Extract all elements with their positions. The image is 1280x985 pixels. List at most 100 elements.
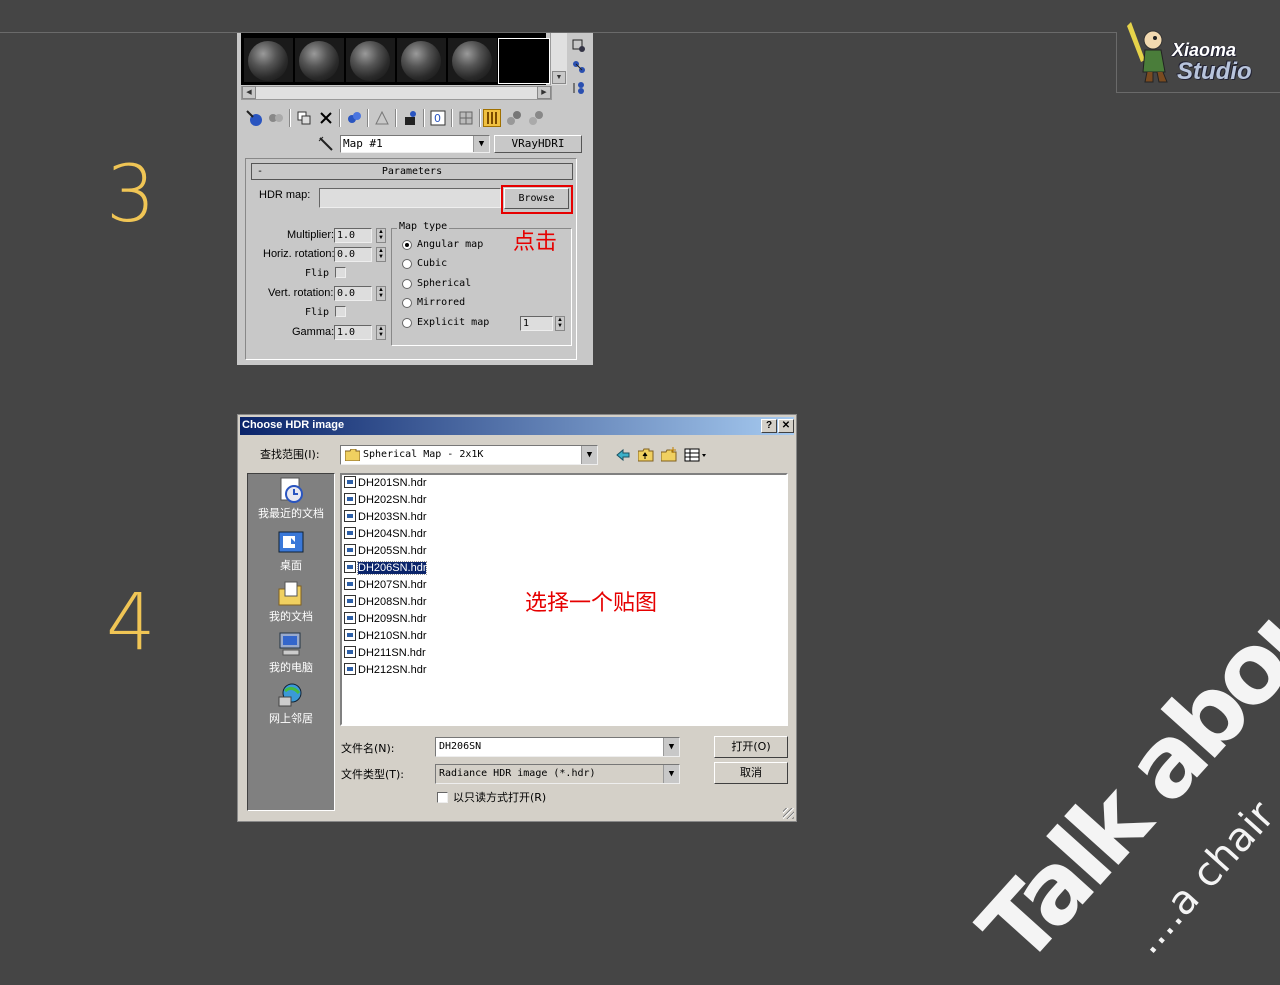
chevron-down-icon[interactable]: ▼ [473, 136, 489, 152]
material-slot[interactable] [244, 38, 293, 82]
map-type-button[interactable]: VRayHDRI [494, 135, 582, 153]
chevron-down-icon[interactable]: ▼ [663, 765, 679, 783]
list-item-selected[interactable]: DH206SN.hdr [344, 561, 428, 576]
map-type-option: Mirrored [417, 297, 466, 308]
vert-rotation-field[interactable]: 0.0 [334, 286, 372, 301]
highlight-box [501, 185, 573, 214]
list-item[interactable]: DH205SN.hdr [344, 544, 426, 559]
slots-horizontal-scrollbar[interactable]: ◀ ▶ [241, 86, 552, 100]
new-folder-icon[interactable] [660, 447, 677, 462]
logo-text-line2: Studio [1177, 58, 1252, 85]
horiz-rotation-label: Horiz. rotation: [263, 248, 335, 260]
radio-mirrored[interactable] [402, 298, 412, 308]
list-item[interactable]: DH212SN.hdr [344, 663, 426, 678]
cancel-button[interactable]: 取消 [714, 762, 788, 784]
material-slot[interactable] [448, 38, 497, 82]
radio-spherical[interactable] [402, 279, 412, 289]
pick-material-icon[interactable] [317, 135, 335, 153]
choose-hdr-dialog: Choose HDR image ? ✕ 查找范围(I): Spherical … [237, 414, 797, 822]
open-button[interactable]: 打开(O) [714, 736, 788, 758]
put-to-scene-icon[interactable] [267, 109, 285, 127]
multiplier-spinner[interactable]: ▲ ▼ [376, 228, 386, 243]
place-my-computer[interactable]: 我的电脑 [248, 630, 334, 675]
hdr-file-icon [344, 612, 356, 624]
horiz-rotation-spinner[interactable]: ▲ ▼ [376, 247, 386, 262]
list-item[interactable]: DH210SN.hdr [344, 629, 426, 644]
hdr-map-path-field[interactable] [319, 188, 501, 208]
hdr-file-icon [344, 578, 356, 590]
chevron-down-icon[interactable]: ▼ [581, 446, 597, 464]
put-library-icon[interactable] [373, 109, 391, 127]
backlight-icon[interactable] [572, 60, 586, 74]
place-network[interactable]: 网上邻居 [248, 681, 334, 726]
list-item[interactable]: DH208SN.hdr [344, 595, 426, 610]
gamma-field[interactable]: 1.0 [334, 325, 372, 340]
list-item[interactable]: DH209SN.hdr [344, 612, 426, 627]
radio-explicit-map[interactable] [402, 318, 412, 328]
explicit-channel-spinner[interactable]: ▲ ▼ [555, 316, 565, 331]
dialog-title: Choose HDR image [242, 419, 345, 431]
radio-cubic[interactable] [402, 259, 412, 269]
multiplier-field[interactable]: 1.0 [334, 228, 372, 243]
material-slot[interactable] [295, 38, 344, 82]
list-item[interactable]: DH207SN.hdr [344, 578, 426, 593]
list-item[interactable]: DH211SN.hdr [344, 646, 426, 661]
list-item[interactable]: DH204SN.hdr [344, 527, 426, 542]
hdr-file-icon [344, 493, 356, 505]
make-unique-icon[interactable] [345, 109, 363, 127]
go-to-parent-icon[interactable] [505, 109, 523, 127]
resize-grip-icon[interactable] [783, 808, 794, 819]
map-preview-icon [501, 41, 547, 81]
back-icon[interactable] [616, 448, 630, 462]
show-end-result-icon[interactable] [483, 109, 501, 127]
filename-label: 文件名(N): [341, 742, 395, 755]
up-folder-icon[interactable] [637, 448, 654, 462]
material-slots [241, 33, 550, 85]
material-effects-icon[interactable] [401, 109, 419, 127]
dialog-title-bar[interactable]: Choose HDR image ? ✕ [240, 417, 794, 435]
place-recent-documents[interactable]: 我最近的文档 [248, 476, 334, 521]
filetype-label: 文件类型(T): [341, 768, 405, 781]
material-slot[interactable] [397, 38, 446, 82]
close-button[interactable]: ✕ [778, 419, 794, 433]
explicit-channel-field[interactable]: 1 [520, 316, 553, 331]
sphere-preview-icon [248, 41, 288, 81]
delete-icon[interactable] [317, 109, 335, 127]
filename-input[interactable]: DH206SN ▼ [435, 737, 680, 757]
chevron-down-icon[interactable]: ▼ [663, 738, 679, 756]
go-forward-sibling-icon[interactable] [527, 109, 545, 127]
scroll-left-icon[interactable]: ◀ [242, 86, 256, 99]
slots-vertical-scrollbar[interactable]: ▼ [550, 33, 567, 85]
material-slot-active[interactable] [498, 38, 550, 84]
scroll-down-icon[interactable]: ▼ [552, 71, 566, 84]
get-material-icon[interactable] [245, 109, 263, 127]
scroll-right-icon[interactable]: ▶ [537, 86, 551, 99]
background-icon[interactable] [572, 81, 586, 95]
list-item[interactable]: DH202SN.hdr [344, 493, 426, 508]
flip-horizontal-checkbox[interactable] [335, 267, 346, 278]
parameters-rollout-header[interactable]: - Parameters [251, 163, 573, 180]
place-desktop[interactable]: 桌面 [248, 528, 334, 573]
make-copy-icon[interactable] [295, 109, 313, 127]
list-item[interactable]: DH203SN.hdr [344, 510, 426, 525]
sample-type-icon[interactable] [572, 39, 586, 53]
show-map-icon[interactable] [457, 109, 475, 127]
place-my-documents[interactable]: 我的文档 [248, 579, 334, 624]
map-name-field[interactable]: Map #1 ▼ [340, 135, 490, 153]
hdr-file-icon [344, 595, 356, 607]
desktop-icon [277, 528, 305, 556]
help-button[interactable]: ? [761, 419, 777, 433]
flip-vertical-checkbox[interactable] [335, 306, 346, 317]
look-in-dropdown[interactable]: Spherical Map - 2x1K ▼ [340, 445, 598, 465]
radio-angular-map[interactable] [402, 240, 412, 250]
list-item[interactable]: DH201SN.hdr [344, 476, 426, 491]
vert-rotation-spinner[interactable]: ▲ ▼ [376, 286, 386, 301]
view-menu-icon[interactable] [684, 448, 708, 462]
readonly-checkbox[interactable] [437, 792, 448, 803]
gamma-spinner[interactable]: ▲ ▼ [376, 325, 386, 340]
material-slot[interactable] [346, 38, 395, 82]
effects-channel-icon[interactable]: 0 [429, 109, 447, 127]
filetype-dropdown[interactable]: Radiance HDR image (*.hdr) ▼ [435, 764, 680, 784]
horiz-rotation-field[interactable]: 0.0 [334, 247, 372, 262]
hdr-file-icon [344, 544, 356, 556]
